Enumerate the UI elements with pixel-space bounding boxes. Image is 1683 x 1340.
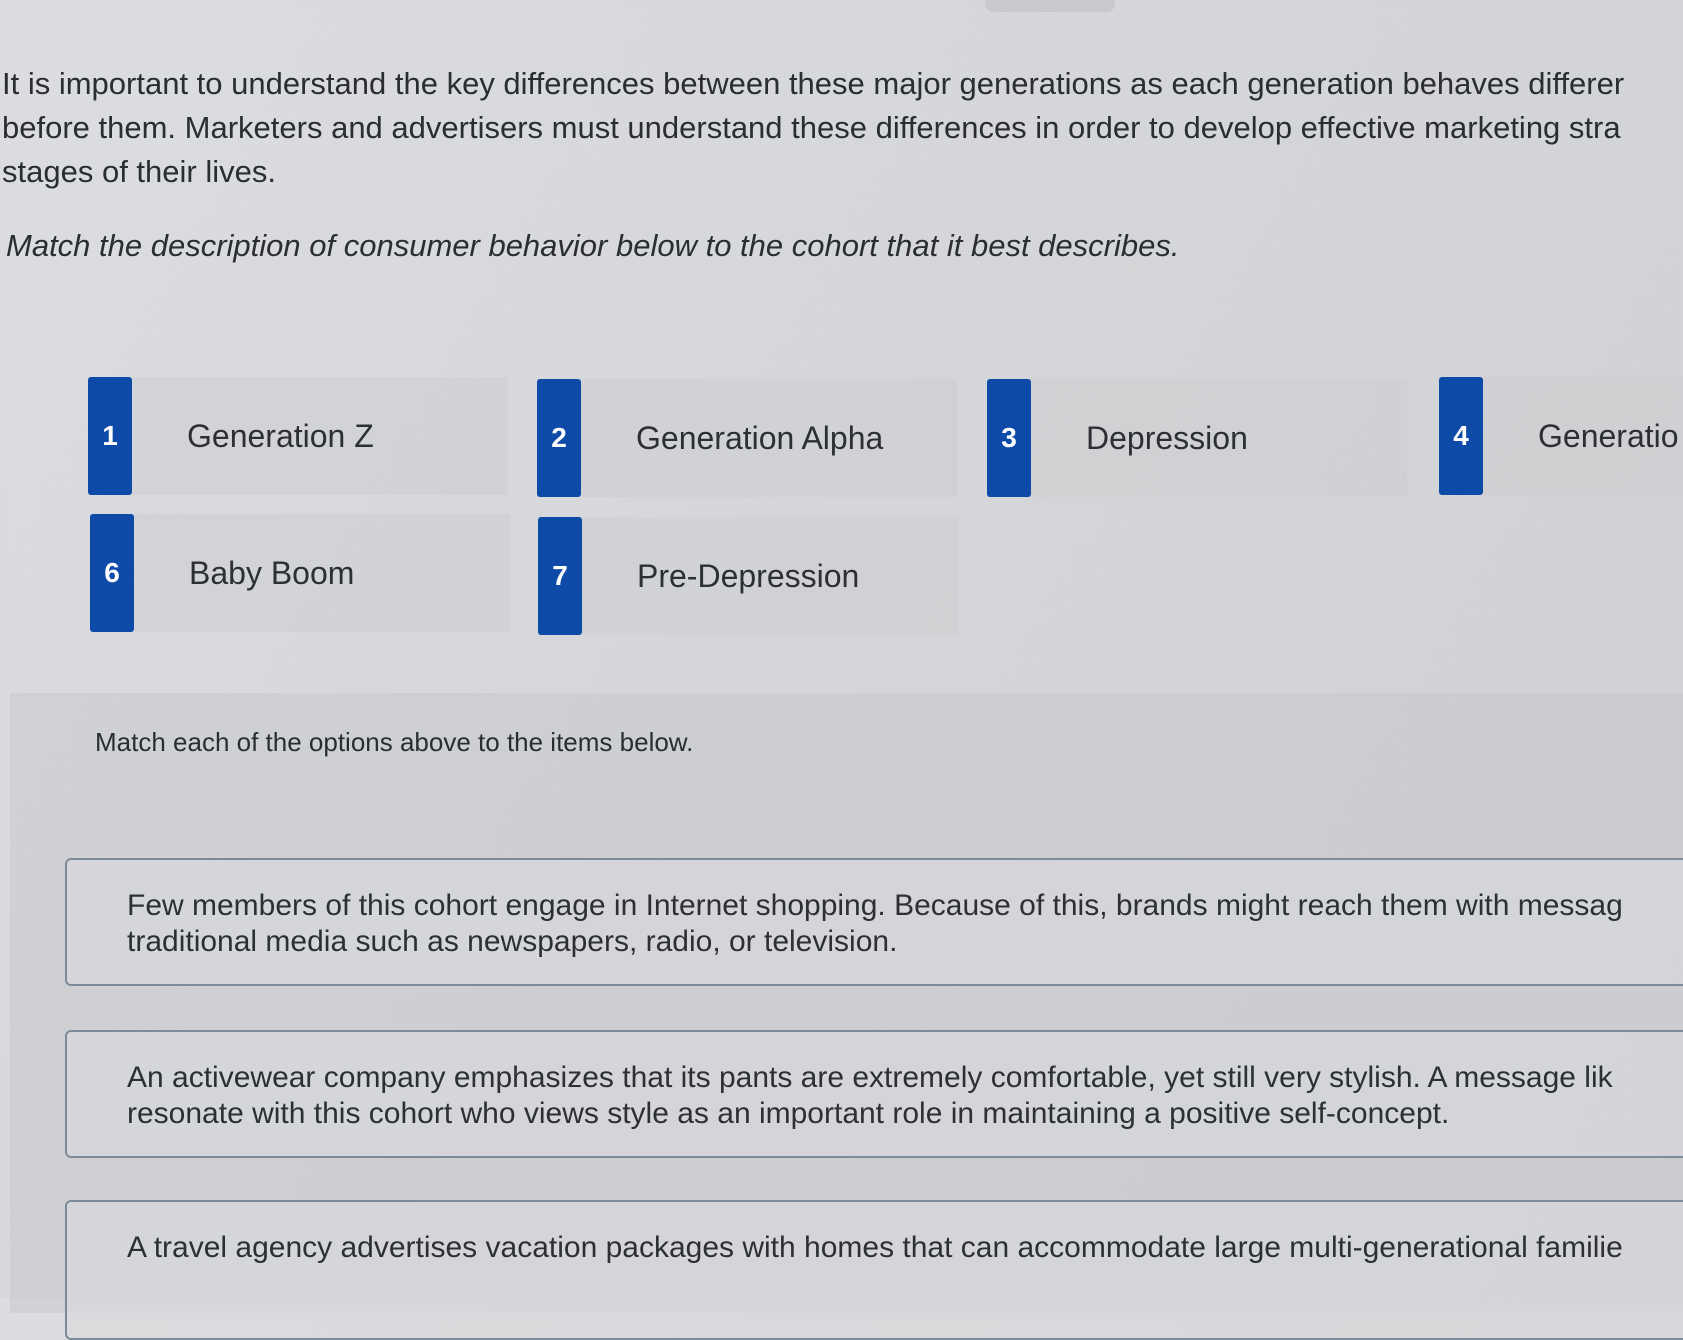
option-number-badge: 7	[538, 517, 582, 635]
item-text-line: A travel agency advertises vacation pack…	[127, 1231, 1623, 1264]
option-number-badge: 1	[88, 377, 132, 495]
option-7[interactable]: 7 Pre-Depression	[538, 517, 958, 635]
option-label: Baby Boom	[189, 554, 355, 591]
item-description: Few members of this cohort engage in Int…	[127, 888, 1623, 960]
item-description: A travel agency advertises vacation pack…	[127, 1230, 1623, 1266]
drop-target-3[interactable]: A travel agency advertises vacation pack…	[65, 1200, 1683, 1340]
option-2[interactable]: 2 Generation Alpha	[537, 379, 957, 497]
option-label: Depression	[1086, 419, 1248, 456]
option-1[interactable]: 1 Generation Z	[88, 377, 508, 495]
option-label: Generation Z	[187, 417, 374, 454]
option-label: Generation Alpha	[636, 419, 884, 456]
intro-line: stages of their lives.	[2, 154, 276, 189]
intro-paragraph: It is important to understand the key di…	[2, 62, 1683, 194]
item-text-line: resonate with this cohort who views styl…	[127, 1097, 1450, 1130]
match-instruction: Match each of the options above to the i…	[95, 727, 694, 757]
intro-line: It is important to understand the key di…	[2, 66, 1625, 101]
instruction-text: Match the description of consumer behavi…	[6, 228, 1180, 263]
option-label: Generatio	[1538, 417, 1679, 454]
item-text-line: Few members of this cohort engage in Int…	[127, 889, 1623, 922]
option-label: Pre-Depression	[637, 557, 860, 594]
intro-line: before them. Marketers and advertisers m…	[2, 110, 1621, 145]
option-number-badge: 6	[90, 514, 134, 632]
drop-target-1[interactable]: Few members of this cohort engage in Int…	[65, 858, 1683, 986]
option-6[interactable]: 6 Baby Boom	[90, 514, 510, 632]
option-4[interactable]: 4 Generatio	[1439, 377, 1683, 495]
option-number-badge: 2	[537, 379, 581, 497]
option-3[interactable]: 3 Depression	[987, 379, 1407, 497]
item-description: An activewear company emphasizes that it…	[127, 1060, 1613, 1132]
option-number-badge: 4	[1439, 377, 1483, 495]
option-number-badge: 3	[987, 379, 1031, 497]
drop-target-2[interactable]: An activewear company emphasizes that it…	[65, 1030, 1683, 1158]
item-text-line: An activewear company emphasizes that it…	[127, 1061, 1613, 1094]
item-text-line: traditional media such as newspapers, ra…	[127, 925, 898, 958]
top-tab	[985, 0, 1115, 12]
